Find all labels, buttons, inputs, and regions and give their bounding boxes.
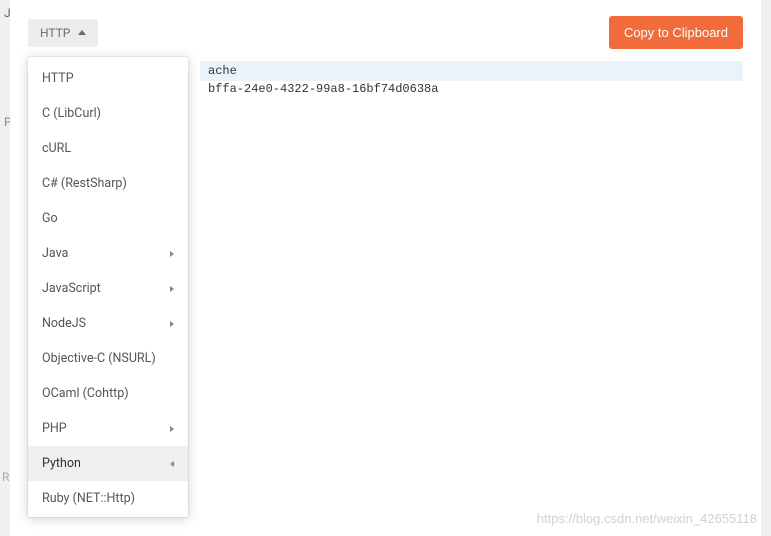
language-option-label: Java bbox=[42, 246, 68, 261]
caret-right-icon bbox=[170, 426, 174, 432]
language-option-objective-c-nsurl[interactable]: Objective-C (NSURL) bbox=[28, 341, 188, 376]
language-option-php[interactable]: PHP bbox=[28, 411, 188, 446]
language-option-label: JavaScript bbox=[42, 281, 101, 296]
language-option-curl[interactable]: cURL bbox=[28, 131, 188, 166]
language-dropdown-scroll[interactable]: HTTP C (LibCurl) cURL C# (RestSharp) Go Java J… bbox=[28, 61, 188, 513]
language-option-c-libcurl[interactable]: C (LibCurl) bbox=[28, 96, 188, 131]
watermark-text: https://blog.csdn.net/weixin_42655118 bbox=[537, 511, 757, 526]
language-option-label: HTTP bbox=[42, 71, 74, 86]
caret-right-icon bbox=[170, 321, 174, 327]
caret-up-icon bbox=[78, 30, 86, 35]
language-selector-label: HTTP bbox=[40, 26, 70, 40]
body-area: HTTP C (LibCurl) cURL C# (RestSharp) Go Java J… bbox=[28, 61, 743, 521]
modal-panel: HTTP Copy to Clipboard HTTP C (LibCurl) cU… bbox=[10, 0, 761, 536]
caret-left-icon bbox=[170, 461, 174, 467]
language-selector[interactable]: HTTP bbox=[28, 19, 98, 47]
code-line-highlighted: ache bbox=[200, 61, 743, 81]
language-option-go[interactable]: Go bbox=[28, 201, 188, 236]
caret-right-icon bbox=[170, 286, 174, 292]
language-option-label: C (LibCurl) bbox=[42, 106, 101, 121]
language-option-nodejs[interactable]: NodeJS bbox=[28, 306, 188, 341]
language-option-javascript[interactable]: JavaScript bbox=[28, 271, 188, 306]
language-option-label: OCaml (Cohttp) bbox=[42, 386, 129, 401]
language-option-http[interactable]: HTTP bbox=[28, 61, 188, 96]
language-option-label: Ruby (NET::Http) bbox=[42, 491, 135, 506]
language-option-label: Python bbox=[42, 456, 81, 471]
language-dropdown: HTTP C (LibCurl) cURL C# (RestSharp) Go Java J… bbox=[28, 57, 188, 517]
top-bar: HTTP Copy to Clipboard bbox=[28, 16, 743, 49]
code-snippet-area: ache bffa-24e0-4322-99a8-16bf74d0638a bbox=[200, 61, 743, 521]
language-option-label: Objective-C (NSURL) bbox=[42, 351, 156, 366]
copy-to-clipboard-button[interactable]: Copy to Clipboard bbox=[609, 16, 743, 49]
language-option-ruby-net-http[interactable]: Ruby (NET::Http) bbox=[28, 481, 188, 513]
language-option-label: cURL bbox=[42, 141, 71, 156]
code-line: bffa-24e0-4322-99a8-16bf74d0638a bbox=[200, 81, 743, 97]
language-option-label: C# (RestSharp) bbox=[42, 176, 127, 191]
language-option-label: PHP bbox=[42, 421, 67, 436]
language-option-c-restsharp[interactable]: C# (RestSharp) bbox=[28, 166, 188, 201]
caret-right-icon bbox=[170, 251, 174, 257]
language-option-python[interactable]: Python bbox=[28, 446, 188, 481]
language-option-label: NodeJS bbox=[42, 316, 86, 331]
language-option-java[interactable]: Java bbox=[28, 236, 188, 271]
language-option-ocaml-cohttp[interactable]: OCaml (Cohttp) bbox=[28, 376, 188, 411]
language-option-label: Go bbox=[42, 211, 58, 226]
cropped-text-bot: R bbox=[2, 470, 9, 484]
